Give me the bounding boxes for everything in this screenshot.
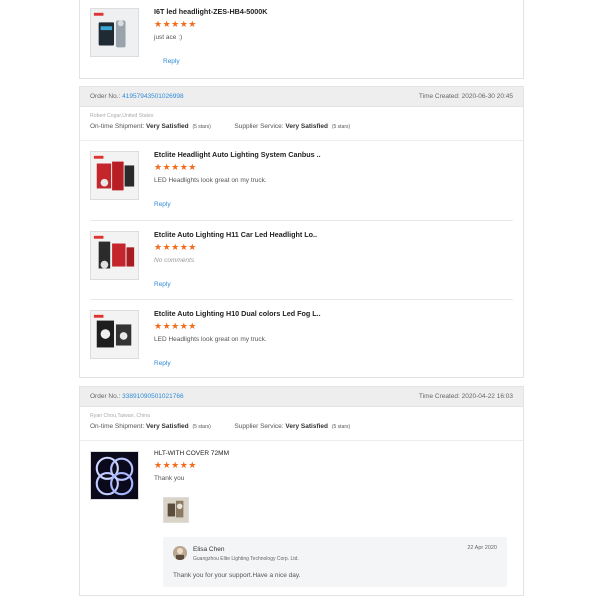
order-header: Order No.: 33891090501021766 Time Create… — [80, 387, 523, 407]
shipment-value: Very Satisfied — [146, 123, 189, 130]
product-title[interactable]: Etclite Auto Lighting H10 Dual colors Le… — [154, 309, 513, 318]
order-number-link[interactable]: 41957943501026998 — [122, 93, 183, 100]
shipment-value: Very Satisfied — [146, 423, 189, 430]
product-image-icon — [91, 452, 138, 499]
seller-company: Guangzhou Elite Lighting Technology Corp… — [193, 556, 299, 562]
rating-stars: ★★★★★ — [154, 242, 197, 252]
photo-thumbnail-icon — [164, 498, 188, 522]
rating-stars: ★★★★★ — [154, 19, 197, 29]
review-comment: LED Headlights look great on my truck. — [154, 177, 267, 184]
product-image-icon — [91, 311, 138, 358]
supplier-label: Supplier Service: — [234, 423, 284, 430]
product-title[interactable]: Etclite Headlight Auto Lighting System C… — [154, 150, 513, 159]
supplier-stars: (5 stars) — [331, 124, 351, 130]
order-card: Order No.: 33891090501021766 Time Create… — [79, 386, 524, 596]
time-created-label: Time Created: — [418, 93, 460, 100]
product-thumbnail[interactable] — [90, 151, 139, 200]
reply-link[interactable]: Reply — [154, 281, 171, 288]
supplier-stars: (5 stars) — [331, 424, 351, 430]
product-image-icon — [91, 152, 138, 199]
user-avatar-icon — [173, 546, 187, 560]
shipment-stars: (5 stars) — [192, 424, 211, 430]
supplier-value: Very Satisfied — [285, 423, 329, 430]
rating-stars: ★★★★★ — [154, 162, 197, 172]
reply-link[interactable]: Reply — [154, 201, 171, 208]
buyer-name: Ryan Chou,Taiwan, China — [90, 413, 150, 419]
order-ratings: On-time Shipment: Very Satisfied (5 star… — [90, 423, 513, 430]
time-created-value: 2020-06-30 20:45 — [461, 93, 513, 100]
time-created-value: 2020-04-22 16:03 — [461, 393, 513, 400]
review-item: Etclite Auto Lighting H10 Dual colors Le… — [90, 300, 513, 377]
product-image-icon — [91, 9, 138, 56]
product-thumbnail[interactable] — [90, 231, 139, 280]
shipment-label: On-time Shipment: — [90, 423, 145, 430]
product-title[interactable]: I6T led headlight-ZES-HB4-5000K — [154, 7, 513, 16]
review-comment: LED Headlights look great on my truck. — [154, 336, 267, 343]
reply-text: Thank you for your support.Have a nice d… — [173, 572, 301, 579]
reply-link[interactable]: Reply — [163, 58, 180, 65]
review-comment: Thank you — [154, 475, 185, 482]
product-title[interactable]: HLT-WITH COVER 72MM — [154, 450, 513, 457]
buyer-info: Ryan Chou,Taiwan, China On-time Shipment… — [80, 407, 523, 441]
review-comment: No comments — [154, 257, 195, 264]
product-thumbnail[interactable] — [90, 451, 139, 500]
supplier-value: Very Satisfied — [285, 123, 329, 130]
reply-date: 22 Apr 2020 — [467, 545, 497, 551]
reply-link[interactable]: Reply — [154, 360, 171, 367]
review-item: Etclite Auto Lighting H11 Car Led Headli… — [90, 221, 513, 300]
supplier-label: Supplier Service: — [234, 123, 284, 130]
review-item: HLT-WITH COVER 72MM ★★★★★ Thank you Elis… — [90, 441, 513, 591]
product-title[interactable]: Etclite Auto Lighting H11 Car Led Headli… — [154, 230, 513, 239]
rating-stars: ★★★★★ — [154, 321, 197, 331]
product-image-icon — [91, 232, 138, 279]
review-comment: just ace :) — [154, 34, 183, 41]
review-photo[interactable] — [163, 497, 189, 523]
buyer-name: Robert Cogar,United States — [90, 113, 154, 119]
time-created-label: Time Created: — [418, 393, 460, 400]
seller-name: Elisa Chen — [193, 546, 225, 553]
product-thumbnail[interactable] — [90, 8, 139, 57]
order-ratings: On-time Shipment: Very Satisfied (5 star… — [90, 123, 513, 130]
review-card-top: I6T led headlight-ZES-HB4-5000K ★★★★★ ju… — [79, 0, 524, 79]
order-number-link[interactable]: 33891090501021766 — [122, 393, 183, 400]
seller-reply: Elisa Chen Guangzhou Elite Lighting Tech… — [163, 537, 507, 587]
order-header: Order No.: 41957943501026998 Time Create… — [80, 87, 523, 107]
avatar — [173, 546, 187, 560]
rating-stars: ★★★★★ — [154, 460, 197, 470]
review-item: Etclite Headlight Auto Lighting System C… — [90, 141, 513, 221]
order-card: Order No.: 41957943501026998 Time Create… — [79, 86, 524, 378]
shipment-stars: (5 stars) — [192, 124, 211, 130]
buyer-info: Robert Cogar,United States On-time Shipm… — [80, 107, 523, 141]
order-number-label: Order No.: — [90, 93, 121, 100]
product-thumbnail[interactable] — [90, 310, 139, 359]
review-item: I6T led headlight-ZES-HB4-5000K ★★★★★ ju… — [90, 0, 513, 78]
shipment-label: On-time Shipment: — [90, 123, 145, 130]
order-number-label: Order No.: — [90, 393, 121, 400]
